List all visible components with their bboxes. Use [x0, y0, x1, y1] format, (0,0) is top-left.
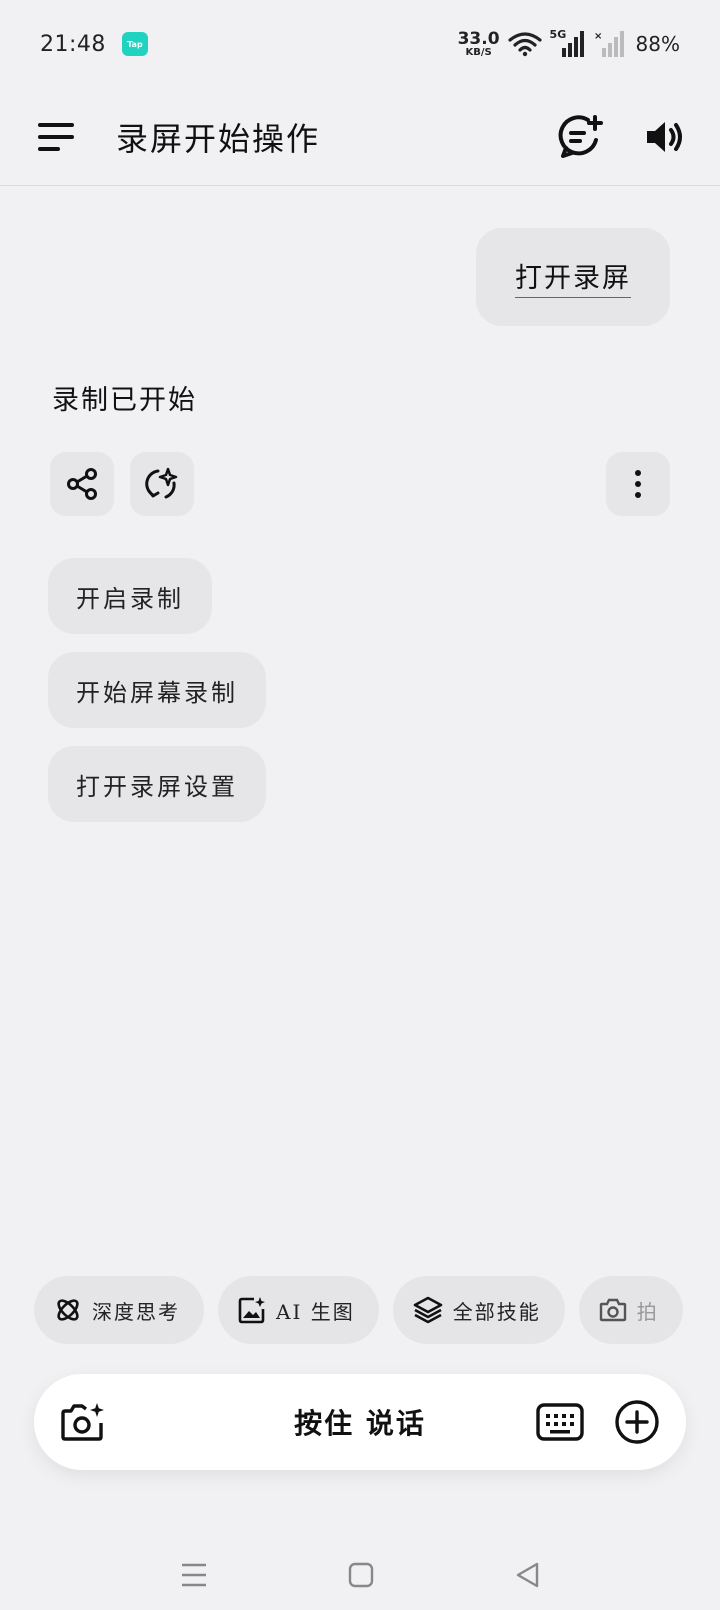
svg-text:×: ×	[594, 31, 602, 42]
input-bar-actions	[536, 1399, 660, 1445]
skill-photo[interactable]: 拍	[578, 1276, 683, 1344]
keyboard-icon	[536, 1403, 584, 1441]
system-nav-bar	[0, 1540, 720, 1610]
network-speed-unit: KB/S	[465, 46, 492, 58]
menu-button[interactable]	[36, 120, 76, 154]
tap-app-icon: Tap	[121, 32, 148, 56]
new-chat-button[interactable]	[558, 114, 604, 160]
speaker-button[interactable]	[644, 117, 684, 157]
more-vertical-icon	[635, 470, 641, 498]
skills-row[interactable]: 深度思考 AI 生图 全部技能 拍	[34, 1276, 686, 1344]
signal-secondary-icon: ×	[594, 31, 624, 57]
back-triangle-icon	[516, 1562, 539, 1588]
skill-label: 深度思考	[92, 1299, 180, 1324]
skill-label: 全部技能	[452, 1299, 541, 1324]
assistant-reply-text: 录制已开始	[52, 385, 197, 416]
app-bar: 录屏开始操作	[0, 88, 720, 186]
layers-icon	[413, 1296, 443, 1324]
skill-ai-image[interactable]: AI 生图	[218, 1276, 379, 1344]
signal-icon	[561, 31, 584, 57]
menu-icon	[38, 122, 74, 151]
suggestion-chip[interactable]: 打开录屏设置	[48, 746, 266, 822]
share-icon	[67, 468, 97, 500]
add-button[interactable]	[614, 1399, 660, 1445]
atom-icon	[57, 1299, 79, 1321]
network-speed: 33.0 KB/S	[457, 28, 500, 58]
voice-input-bar[interactable]: 按住 说话	[34, 1374, 686, 1470]
nav-recents-button[interactable]	[180, 1562, 208, 1588]
regenerate-button[interactable]	[130, 452, 194, 516]
user-message-bubble[interactable]: 打开录屏	[476, 228, 670, 326]
camera-button[interactable]	[60, 1401, 106, 1443]
app-bar-actions	[558, 114, 684, 160]
share-button[interactable]	[50, 452, 114, 516]
camera-icon	[599, 1298, 626, 1322]
recents-menu-icon	[182, 1563, 206, 1587]
suggestion-chip[interactable]: 开始屏幕录制	[48, 652, 266, 728]
status-bar: 21:48 Tap 33.0 KB/S 5G × 88%	[0, 0, 720, 88]
network-speed-value: 33.0	[457, 28, 500, 49]
camera-sparkle-icon	[61, 1403, 104, 1441]
reply-actions	[50, 452, 194, 516]
speaker-icon	[647, 121, 682, 152]
skill-deep-thinking[interactable]: 深度思考	[34, 1276, 204, 1344]
nav-back-button[interactable]	[514, 1561, 540, 1589]
nav-home-button[interactable]	[348, 1562, 374, 1588]
page-title: 录屏开始操作	[116, 119, 321, 158]
status-indicators: 33.0 KB/S 5G × 88%	[457, 28, 680, 58]
keyboard-button[interactable]	[536, 1403, 584, 1441]
wifi-icon	[507, 32, 542, 57]
image-sparkle-icon	[238, 1297, 265, 1324]
status-time: 21:48	[40, 31, 106, 57]
battery-level: 88%	[635, 32, 680, 56]
suggestion-chip[interactable]: 开启录制	[48, 558, 212, 634]
skill-label: 拍	[636, 1299, 659, 1324]
regenerate-sparkle-icon	[145, 467, 178, 499]
plus-circle-icon	[615, 1400, 659, 1444]
suggestion-list: 开启录制 开始屏幕录制 打开录屏设置	[48, 558, 266, 822]
signal-5g: 5G	[550, 28, 586, 58]
skill-all-skills[interactable]: 全部技能	[392, 1276, 565, 1344]
new-chat-icon	[558, 114, 603, 158]
skill-label: AI 生图	[276, 1299, 355, 1324]
user-message-text: 打开录屏	[515, 256, 631, 298]
more-options-button[interactable]	[606, 452, 670, 516]
home-square-icon	[348, 1562, 374, 1588]
